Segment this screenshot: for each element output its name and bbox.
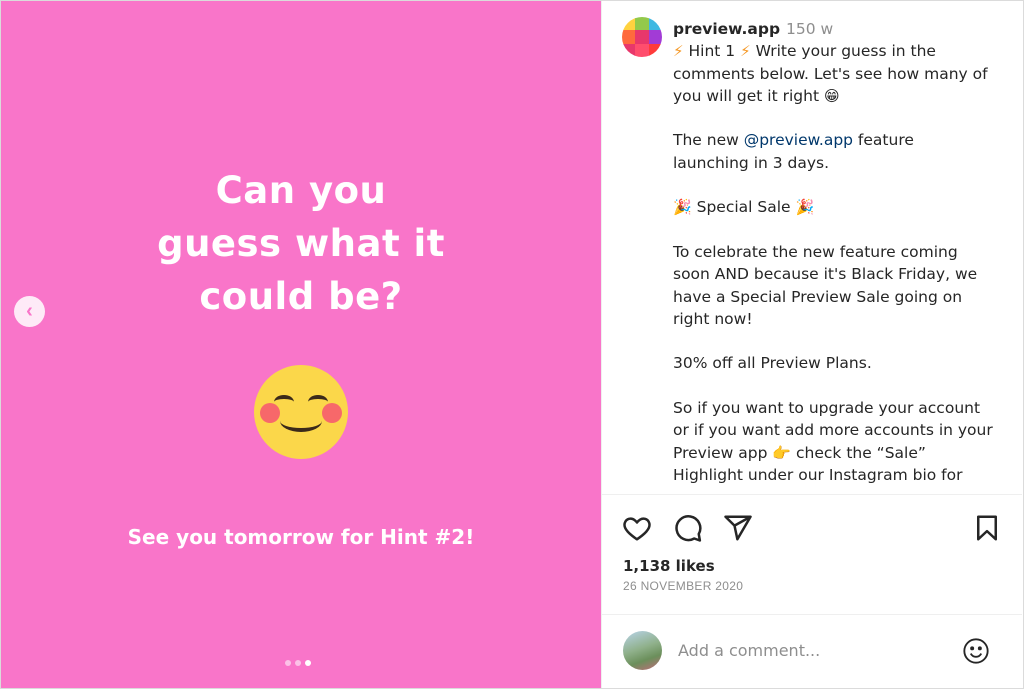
logo-tile	[635, 17, 649, 31]
caption-text: The new	[673, 131, 744, 150]
logo-tile	[648, 43, 662, 57]
post-caption: preview.app 150 w ⚡ Hint 1 ⚡ Write your g…	[673, 18, 993, 494]
pointing-hand-icon: 👉	[772, 443, 792, 462]
caption-text: 30% off all Preview Plans.	[673, 354, 872, 373]
likes-count[interactable]: 1,138 likes	[623, 557, 715, 575]
comment-input[interactable]	[678, 641, 948, 660]
carousel-dot	[285, 660, 291, 666]
grinning-emoji: 😁	[823, 86, 840, 105]
logo-tile	[648, 17, 662, 31]
party-popper-icon: 🎉	[673, 198, 692, 217]
mention-link[interactable]: @preview.app	[744, 131, 853, 149]
logo-tile	[635, 43, 649, 57]
comment-bar	[602, 614, 1022, 688]
emoji-picker-icon[interactable]	[962, 637, 990, 665]
caption-text: To celebrate the new feature coming soon…	[673, 242, 978, 328]
post-time[interactable]: 150 w	[786, 20, 833, 38]
comment-icon[interactable]	[673, 513, 703, 543]
caption-intro: Hint 1	[688, 42, 736, 61]
post-sidebar: preview.app 150 w ⚡ Hint 1 ⚡ Write your g…	[601, 1, 1023, 688]
headline-line: guess what it	[157, 222, 445, 265]
previous-slide-button[interactable]: ‹	[14, 296, 45, 327]
carousel-dot	[295, 660, 301, 666]
logo-tile	[648, 30, 662, 44]
smiling-face-emoji	[254, 365, 348, 459]
post-actions: 1,138 likes 26 NOVEMBER 2020	[602, 494, 1022, 688]
post-date[interactable]: 26 NOVEMBER 2020	[623, 579, 743, 593]
party-popper-icon: 🎉	[795, 198, 815, 217]
logo-tile	[622, 43, 636, 57]
bookmark-icon[interactable]	[972, 513, 1002, 543]
media-headline: Can you guess what it could be?	[101, 164, 501, 323]
lightning-icon: ⚡	[673, 42, 684, 61]
logo-tile	[635, 30, 649, 44]
logo-tile	[622, 17, 636, 31]
headline-line: Can you	[215, 169, 387, 212]
heart-icon[interactable]	[622, 513, 652, 543]
carousel-indicator	[285, 660, 311, 666]
headline-line: could be?	[199, 275, 403, 318]
post-media: Can you guess what it could be? See you …	[1, 1, 601, 688]
lightning-icon: ⚡	[740, 42, 751, 61]
author-avatar[interactable]	[622, 17, 662, 57]
carousel-dot-active	[305, 660, 311, 666]
logo-tile	[622, 30, 636, 44]
sale-title: Special Sale	[696, 198, 791, 217]
caption-scroll-area[interactable]: preview.app 150 w ⚡ Hint 1 ⚡ Write your g…	[602, 1, 1002, 494]
post-dialog: Can you guess what it could be? See you …	[0, 0, 1024, 689]
share-icon[interactable]	[723, 513, 753, 543]
user-avatar[interactable]	[623, 631, 662, 670]
media-subline: See you tomorrow for Hint #2!	[127, 525, 475, 549]
chevron-left-icon: ‹	[26, 300, 33, 322]
author-username[interactable]: preview.app	[673, 20, 780, 38]
